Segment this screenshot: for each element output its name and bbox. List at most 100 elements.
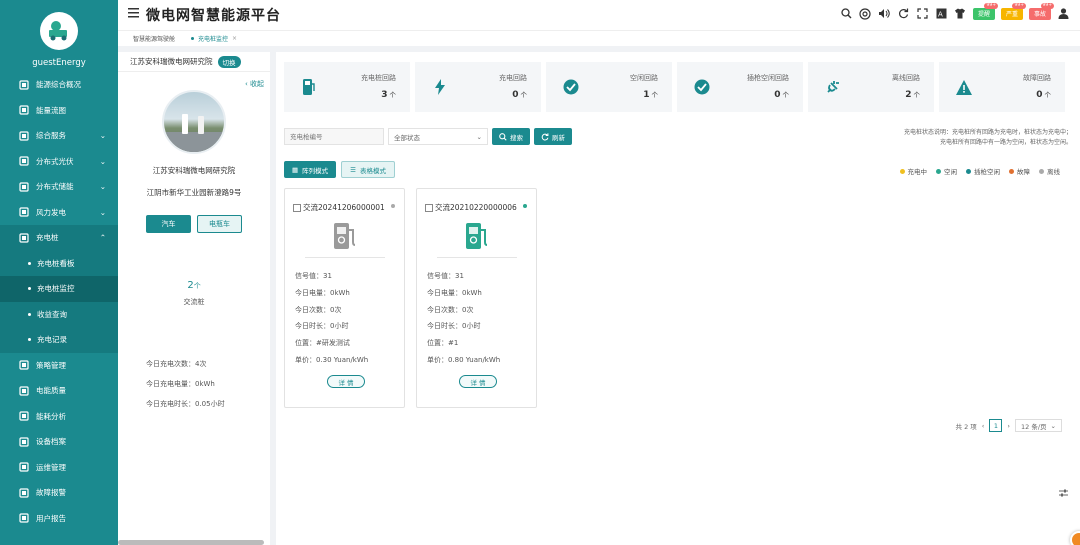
theme-shirt-icon[interactable] xyxy=(954,7,967,20)
pile-id: 交流20241206000001 xyxy=(303,203,385,212)
sidebar-item[interactable]: 分布式储能 ⌄ xyxy=(0,174,118,200)
plug-offline-icon xyxy=(824,78,842,96)
refresh-button[interactable]: 刷新 xyxy=(534,128,572,145)
stat-unit: 个 xyxy=(1044,91,1052,99)
header-toolbar: A 提醒 99+ 严重 99+ 事故 99+ xyxy=(840,2,1070,20)
sidebar-item[interactable]: 能量流图 xyxy=(0,98,118,124)
user-icon[interactable] xyxy=(1057,7,1070,20)
sidebar-item[interactable]: 充电桩 ⌃ xyxy=(0,225,118,251)
menu-toggle-icon[interactable] xyxy=(128,8,139,20)
car-type-button[interactable]: 汽车 xyxy=(146,215,191,233)
sidebar-item[interactable]: 综合服务 ⌄ xyxy=(0,123,118,149)
floating-assistant-button[interactable] xyxy=(1070,531,1080,545)
sidebar-subitem[interactable]: 收益查询 xyxy=(0,301,118,327)
legend-dot xyxy=(899,168,905,174)
stat-value: 3个 xyxy=(381,89,396,100)
charger-icon xyxy=(18,232,29,243)
search-icon[interactable] xyxy=(840,7,853,20)
overview-icon xyxy=(18,79,29,90)
column-settings-icon[interactable] xyxy=(1059,489,1068,500)
sidebar-item[interactable]: 策略管理 xyxy=(0,353,118,379)
array-mode-button[interactable]: ▦ 阵列模式 xyxy=(284,161,337,178)
ebike-type-button[interactable]: 电瓶车 xyxy=(197,215,242,233)
sidebar-subitem[interactable]: 充电记录 xyxy=(0,327,118,353)
refresh-icon xyxy=(541,132,549,140)
station-name: 江苏安科瑞微电网研究院 xyxy=(152,166,236,175)
table-mode-button[interactable]: ☰ 表格模式 xyxy=(341,161,395,178)
refresh-icon[interactable] xyxy=(897,7,910,20)
sidebar-header: guestEnergy xyxy=(0,0,118,72)
stat-number: 3 xyxy=(381,90,388,100)
page-size-select[interactable]: 12 条/页 ⌄ xyxy=(1015,419,1062,432)
sidebar-subitem[interactable]: 充电桩看板 xyxy=(0,250,118,276)
sidebar-item[interactable]: 能源综合概况 xyxy=(0,72,118,98)
font-size-icon[interactable]: A xyxy=(935,7,948,20)
volume-icon[interactable] xyxy=(878,7,891,20)
help-icon[interactable] xyxy=(859,7,872,20)
main-content: 充电桩回路 3 个充电回路 0 个空闲回路 1 个插枪空闲回路 0 个离线回路 2 个故障回路 0 个 … xyxy=(276,52,1080,545)
stat-label: 故障回路 xyxy=(1023,74,1051,82)
pile-info-location: 位置：#研发测试 xyxy=(295,339,350,348)
today-charge-energy: 今日充电电量：0kWh xyxy=(146,380,215,388)
divider xyxy=(437,257,517,258)
tab-cockpit[interactable]: 智慧能源驾驶舱 xyxy=(128,32,180,45)
legend-dot xyxy=(966,168,971,174)
storage-icon xyxy=(18,181,29,192)
horizontal-scrollbar[interactable] xyxy=(118,540,264,545)
tab-charger-monitor[interactable]: 充电桩监控 × xyxy=(186,32,242,45)
next-page-icon[interactable]: › xyxy=(1007,422,1010,430)
collapse-button[interactable]: ‹ 收起 xyxy=(245,79,264,89)
ops-icon xyxy=(18,462,29,473)
sidebar-item[interactable]: 设备档案 xyxy=(0,429,118,455)
pager-total: 共 2 项 xyxy=(955,422,977,431)
serious-alarm-button[interactable]: 严重 99+ xyxy=(1000,2,1026,20)
accident-alarm-button[interactable]: 事故 99+ xyxy=(1028,2,1054,20)
pile-checkbox[interactable] xyxy=(425,203,433,212)
close-icon[interactable]: × xyxy=(232,35,237,42)
search-button[interactable]: 搜索 xyxy=(492,128,530,145)
page-number-button[interactable]: 1 xyxy=(989,419,1003,432)
bullet-dot xyxy=(28,261,31,265)
pile-detail-button[interactable]: 详 情 xyxy=(459,375,497,388)
sidebar-item[interactable]: 电能质量 xyxy=(0,378,118,404)
sidebar-item[interactable]: 用户报告 xyxy=(0,506,118,532)
sidebar-item[interactable]: 风力发电 ⌄ xyxy=(0,200,118,226)
pile-checkbox[interactable] xyxy=(293,203,301,212)
sidebar-item-label: 充电桩 xyxy=(36,233,59,243)
sidebar-subitem-label: 收益查询 xyxy=(37,309,67,319)
pile-count-unit: 个 xyxy=(193,282,201,290)
prev-page-icon[interactable]: ‹ xyxy=(982,422,985,430)
sidebar-item-label: 能源综合概况 xyxy=(36,80,81,90)
today-charge-times: 今日充电次数：4次 xyxy=(146,360,207,368)
charging-pile-icon xyxy=(300,78,318,96)
reminder-alarm-button[interactable]: 提醒 99+ xyxy=(972,2,998,20)
status-select[interactable]: 全部状态 ⌄ xyxy=(388,128,488,145)
pile-detail-button[interactable]: 详 情 xyxy=(327,375,365,388)
filter-bar: 全部状态 ⌄ 搜索 刷新 xyxy=(284,128,572,145)
sidebar-item-label: 设备档案 xyxy=(36,437,66,447)
pile-number-input[interactable] xyxy=(284,128,384,145)
pile-id: 交流20210220000006 xyxy=(435,203,517,212)
energy-truck-icon xyxy=(49,21,67,41)
photo-charger xyxy=(182,114,188,134)
pile-info-signal: 信号值：31 xyxy=(427,272,464,280)
sidebar-item[interactable]: 故障报警 xyxy=(0,480,118,506)
strategy-icon xyxy=(18,360,29,371)
pile-info-price: 单价：0.30 Yuan/kWh xyxy=(295,355,369,364)
sidebar-item[interactable]: 运维管理 xyxy=(0,455,118,481)
sidebar-subitem[interactable]: 充电桩监控 xyxy=(0,276,118,302)
fullscreen-icon[interactable] xyxy=(916,7,929,20)
sidebar-item[interactable]: 能耗分析 xyxy=(0,404,118,430)
status-select-value: 全部状态 xyxy=(394,133,420,142)
report-icon xyxy=(18,513,29,524)
sidebar-item-label: 运维管理 xyxy=(36,462,66,472)
pile-status-dot xyxy=(391,204,395,208)
search-label: 搜索 xyxy=(510,133,523,142)
pile-info-times: 今日次数：0次 xyxy=(295,305,342,314)
vehicle-type-toggle: 汽车 电瓶车 xyxy=(146,215,242,233)
search-icon xyxy=(499,132,507,141)
sidebar-item[interactable]: 分布式光伏 ⌄ xyxy=(0,149,118,175)
device-icon xyxy=(18,436,29,447)
switch-station-button[interactable]: 切换 xyxy=(217,55,241,68)
station-panel: 江苏安科瑞微电网研究院 切换 ‹ 收起 江苏安科瑞微电网研究院 江阴市新华工业园… xyxy=(118,52,270,545)
